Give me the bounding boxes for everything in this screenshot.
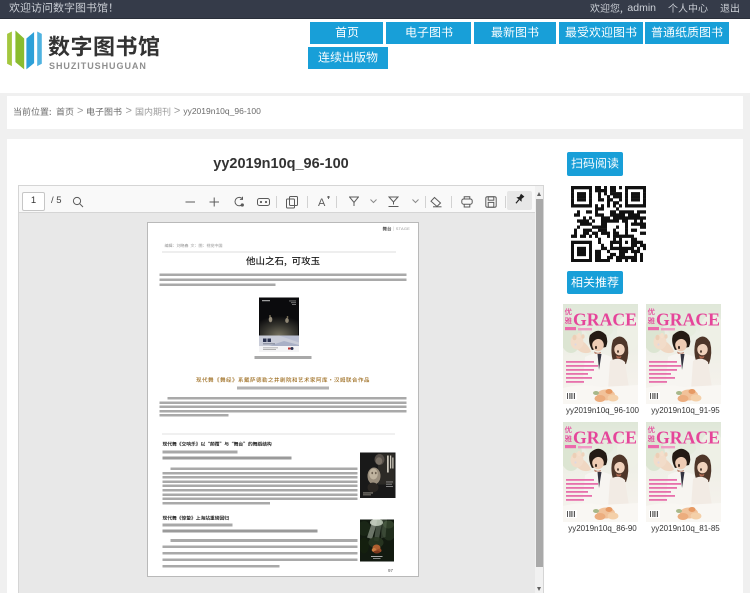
svg-text:GRACE: GRACE xyxy=(656,310,720,330)
svg-text:GRACE: GRACE xyxy=(573,428,637,448)
svg-text:GRACE: GRACE xyxy=(656,428,720,448)
svg-text:A: A xyxy=(318,197,326,208)
svg-text:GRACE: GRACE xyxy=(573,310,637,330)
